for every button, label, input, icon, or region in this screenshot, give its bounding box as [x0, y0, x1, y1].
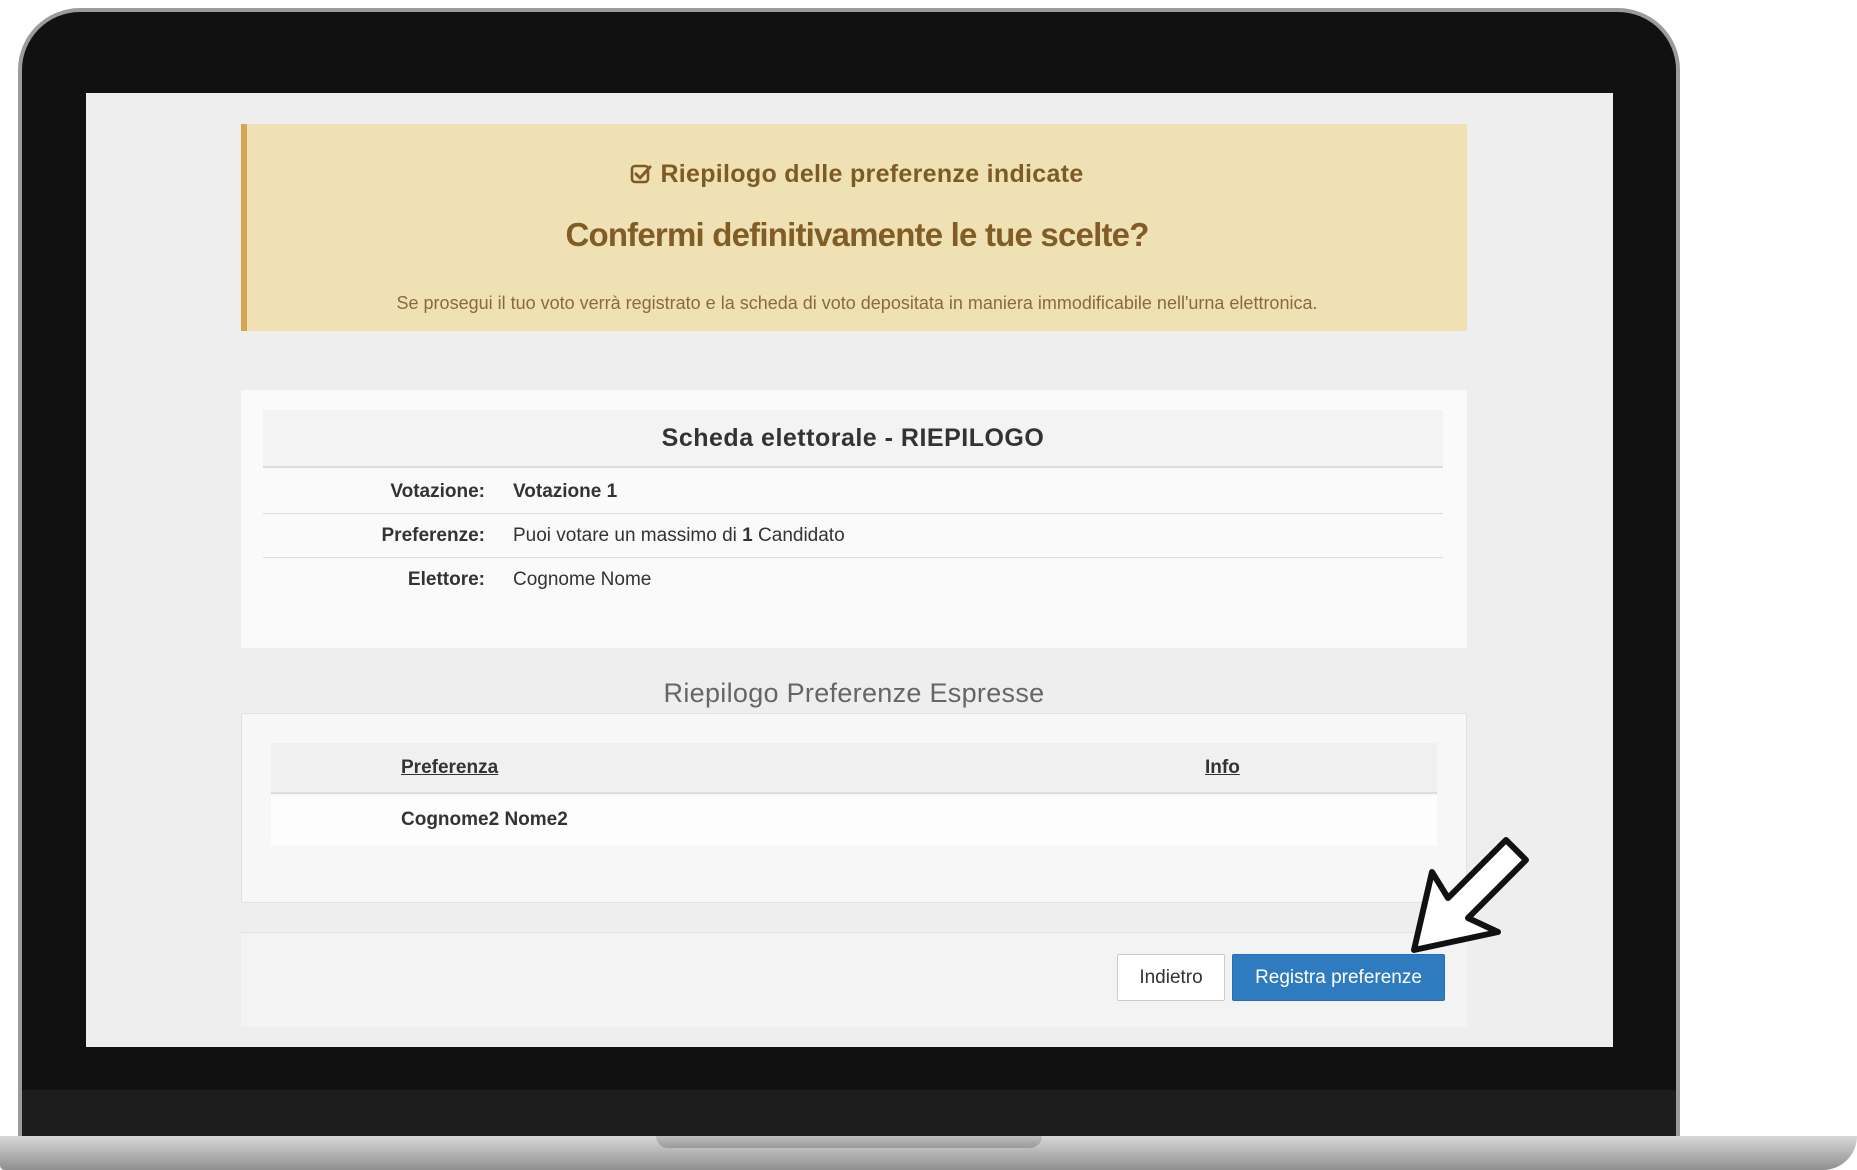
pointer-arrow-icon: [1411, 837, 1529, 953]
preferenze-max-number: 1: [742, 525, 753, 546]
preferences-table-card: Preferenza Info Cognome2 Nome2: [241, 713, 1467, 903]
preference-cell: Cognome2 Nome2: [401, 809, 568, 830]
ballot-row-label: Votazione:: [390, 481, 485, 502]
form-footer: Indietro Registra preferenze: [241, 932, 1467, 1027]
screen: Riepilogo delle preferenze indicate Conf…: [86, 93, 1613, 1047]
ballot-summary-card: Scheda elettorale - RIEPILOGO Votazione:…: [241, 390, 1467, 648]
alert-text: Se prosegui il tuo voto verrà registrato…: [396, 293, 1318, 313]
summary-heading: Riepilogo Preferenze Espresse: [663, 678, 1045, 708]
laptop-notch: [656, 1136, 1042, 1148]
ballot-row-value: Puoi votare un massimo di 1 Candidato: [513, 525, 845, 547]
column-header-preferenza[interactable]: Preferenza: [401, 757, 498, 779]
alert-question: Confermi definitivamente le tue scelte?: [565, 216, 1149, 253]
ballot-row-preferenze: Preferenze: Puoi votare un massimo di 1 …: [263, 514, 1443, 558]
ballot-row-value: Votazione 1: [513, 481, 618, 502]
table-row: Cognome2 Nome2: [271, 796, 1437, 846]
check-square-icon: [630, 161, 652, 189]
preferenze-suffix: Candidato: [752, 525, 845, 546]
preferenze-prefix: Puoi votare un massimo di: [513, 525, 743, 546]
column-header-info[interactable]: Info: [1205, 757, 1240, 779]
confirmation-alert: Riepilogo delle preferenze indicate Conf…: [241, 124, 1467, 331]
ballot-row-votazione: Votazione: Votazione 1: [263, 470, 1443, 514]
ballot-row-value: Cognome Nome: [513, 569, 652, 590]
ballot-row-elettore: Elettore: Cognome Nome: [263, 558, 1443, 602]
ballot-row-label: Preferenze:: [381, 525, 486, 546]
table-header: Preferenza Info: [271, 743, 1437, 794]
ballot-row-label: Elettore:: [407, 569, 485, 590]
alert-heading-text: Riepilogo delle preferenze indicate: [660, 160, 1084, 188]
alert-heading: Riepilogo delle preferenze indicate: [247, 160, 1467, 189]
back-button[interactable]: Indietro: [1117, 954, 1225, 1001]
ballot-title: Scheda elettorale - RIEPILOGO: [263, 410, 1443, 468]
laptop-chin: [22, 1090, 1676, 1140]
